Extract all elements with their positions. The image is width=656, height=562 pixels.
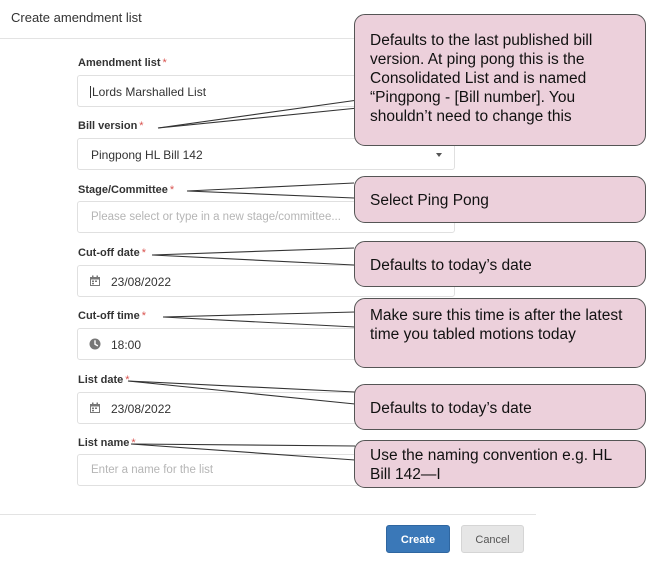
dialog-title: Create amendment list: [11, 10, 142, 25]
leader-cutoff-time: [162, 311, 356, 318]
list-date-value: 23/08/2022: [111, 402, 172, 416]
chevron-down-icon: [436, 153, 442, 157]
bill-version-label: Bill version *: [78, 120, 144, 132]
cutoff-date-value: 23/08/2022: [111, 275, 172, 289]
leader-cutoff-date-2: [151, 254, 355, 266]
cutoff-time-value: 18:00: [111, 338, 142, 352]
required-mark: *: [125, 374, 130, 386]
text-cursor: [90, 86, 91, 98]
leader-stage-2: [186, 190, 355, 199]
cutoff-date-label: Cut-off date *: [78, 247, 146, 259]
leader-list-date: [127, 380, 356, 393]
footer-divider: [0, 514, 536, 515]
list-name-placeholder: Enter a name for the list: [91, 464, 214, 476]
leader-cutoff-time-2: [162, 316, 356, 328]
leader-list-name: [130, 443, 356, 447]
cancel-button[interactable]: Cancel: [461, 525, 524, 553]
required-mark: *: [169, 184, 175, 196]
create-button[interactable]: Create: [386, 525, 450, 553]
calendar-icon: [90, 402, 100, 413]
leader-cutoff-date: [151, 247, 355, 256]
callout-cutoff-time: Make sure this time is after the latest …: [354, 298, 646, 368]
bill-version-value: Pingpong HL Bill 142: [91, 148, 203, 162]
required-mark: *: [131, 437, 136, 449]
cutoff-time-label: Cut-off time *: [78, 310, 146, 322]
callout-list-name: Use the naming convention e.g. HL Bill 1…: [354, 440, 646, 488]
stage-committee-placeholder: Please select or type in a new stage/com…: [91, 211, 341, 223]
list-date-label: List date *: [78, 374, 130, 386]
calendar-icon: [90, 275, 100, 286]
required-mark: *: [162, 57, 167, 69]
required-mark: *: [141, 310, 146, 322]
leader-bill-version-2: [157, 107, 359, 129]
callout-cutoff-date: Defaults to today’s date: [354, 241, 646, 287]
callout-stage: Select Ping Pong: [354, 176, 646, 223]
amendment-list-value: Lords Marshalled List: [92, 85, 207, 99]
required-mark: *: [141, 247, 146, 259]
required-mark: *: [139, 120, 144, 132]
amendment-list-label: Amendment list *: [78, 57, 167, 69]
stage-committee-label: Stage/Committee *: [78, 184, 175, 196]
clock-icon: [89, 338, 101, 350]
list-name-label: List name *: [78, 437, 136, 449]
callout-list-date: Defaults to today’s date: [354, 384, 646, 430]
callout-bill-version: Defaults to the last published bill vers…: [354, 14, 646, 146]
leader-stage: [186, 182, 355, 192]
